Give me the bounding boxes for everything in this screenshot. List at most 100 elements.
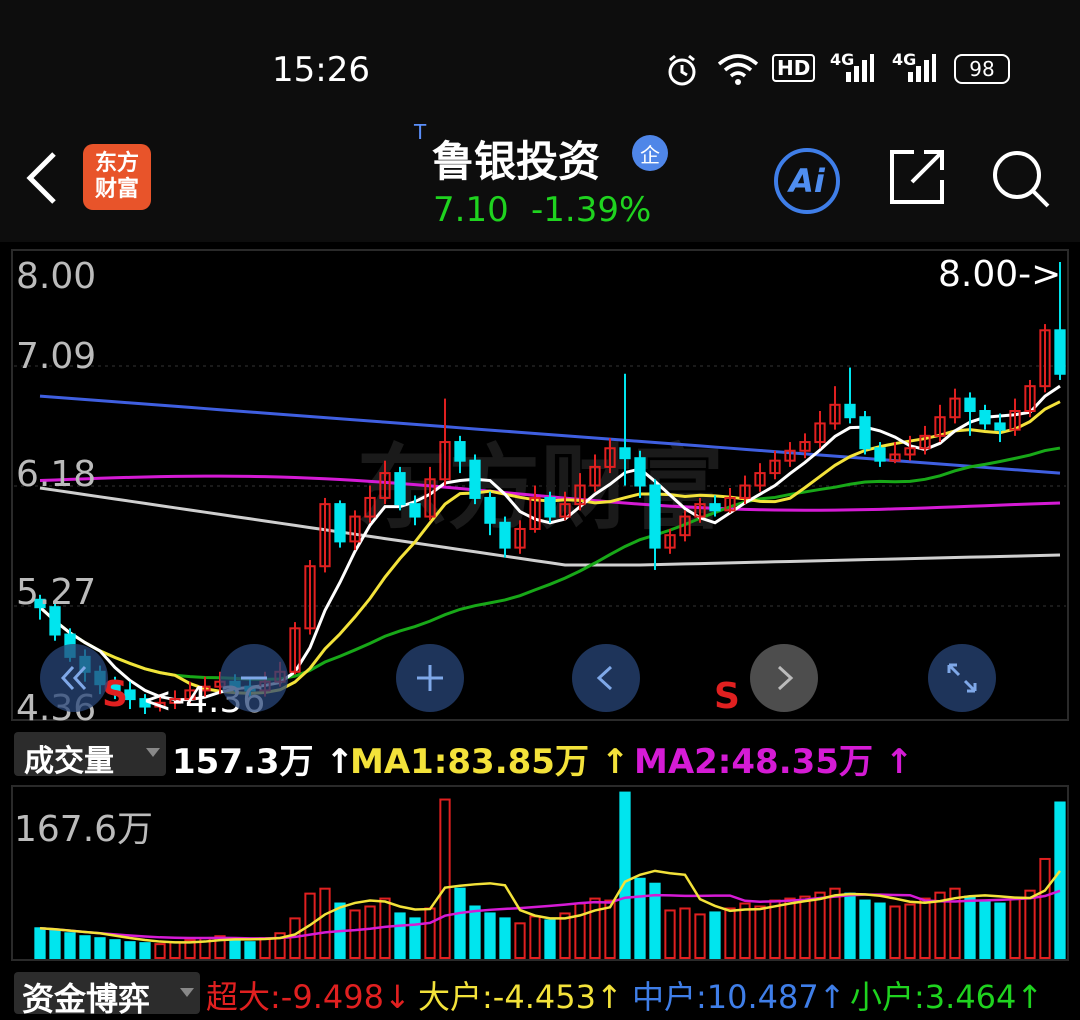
candle-body <box>394 472 406 506</box>
ai-label: Ai <box>789 162 825 200</box>
zoom-out-button[interactable] <box>220 644 288 712</box>
volume-scale-label: 167.6万 <box>14 809 154 850</box>
fund-medium: 中户:10.487↑ <box>632 972 846 1018</box>
stock-name: 鲁银投资 <box>432 137 601 186</box>
double-chevron-left-icon <box>60 665 87 691</box>
volume-bar <box>484 912 496 959</box>
fullscreen-button[interactable] <box>928 644 996 712</box>
volume-bar <box>1054 801 1066 959</box>
candle-body <box>1054 329 1066 375</box>
volume-bar <box>859 899 871 960</box>
scroll-left-fast-button[interactable] <box>40 644 108 712</box>
volume-bar <box>829 887 841 960</box>
status-time: 15:26 <box>272 50 370 90</box>
logo-line2: 财富 <box>94 177 139 202</box>
fund-large: 大户:-4.453↑ <box>418 972 623 1018</box>
volume-bar <box>889 905 901 959</box>
fund-medium-arrow: ↑ <box>818 978 846 1016</box>
enterprise-badge: 企 <box>632 135 668 171</box>
candle-body <box>979 410 991 425</box>
sell-mark-2: S <box>714 676 740 717</box>
ma2-arrow: ↑ <box>884 742 914 782</box>
volume-selector-label: 成交量 <box>24 744 114 779</box>
expand-icon <box>947 663 977 693</box>
fund-small-text: 小户:3.464 <box>850 978 1017 1016</box>
logo-line1: 东方 <box>94 151 139 176</box>
chevron-left-icon <box>596 665 613 691</box>
volume-bar <box>49 929 61 959</box>
volume-bar <box>64 932 76 959</box>
volume-bar <box>514 922 526 959</box>
indicator-selector-fund[interactable]: 资金博弈 <box>14 972 200 1018</box>
volume-bar <box>364 905 376 959</box>
status-bar: 15:26 HD 4G 4G 98 <box>0 0 1080 130</box>
candle-body <box>334 503 346 543</box>
ma1-arrow: ↑ <box>600 742 630 782</box>
volume-bar <box>34 927 46 959</box>
wifi-icon <box>717 54 759 85</box>
candle-body <box>484 496 496 524</box>
volume-bar <box>634 877 646 960</box>
volume-ma2: MA2:48.35万 ↑ <box>634 734 913 783</box>
back-icon[interactable] <box>22 148 62 208</box>
signal-icon-2 <box>908 54 936 82</box>
volume-bar <box>259 937 271 959</box>
volume-bar <box>694 913 706 959</box>
volume-bar <box>439 798 451 960</box>
candle-body <box>994 422 1006 431</box>
ma1-text: MA1:83.85万 <box>350 742 589 782</box>
volume-bar <box>424 907 436 960</box>
y-label-3: 6.18 <box>16 454 97 495</box>
battery-icon: 98 <box>954 54 1010 84</box>
volume-bar <box>244 941 256 960</box>
fund-super: 超大:-9.498↓ <box>206 972 411 1018</box>
plus-icon <box>417 665 443 691</box>
candle-body <box>649 484 661 549</box>
candle-body <box>544 496 556 518</box>
volume-bar <box>469 905 481 959</box>
fund-small: 小户:3.464↑ <box>850 972 1043 1018</box>
fund-medium-text: 中户:10.487 <box>632 978 819 1016</box>
fund-small-arrow: ↑ <box>1016 978 1044 1016</box>
volume-bar <box>1009 897 1021 960</box>
volume-bar <box>919 897 931 960</box>
candle-body <box>499 521 511 549</box>
volume-bar <box>169 941 181 960</box>
volume-bar <box>154 943 166 960</box>
scroll-left-button[interactable] <box>572 644 640 712</box>
y-label-4: 5.27 <box>16 572 97 613</box>
volume-bar <box>109 939 121 959</box>
volume-value: 157.3万 ↑ <box>172 734 354 783</box>
volume-bar <box>1024 889 1036 960</box>
volume-bar <box>589 897 601 960</box>
volume-bar <box>94 937 106 959</box>
volume-bar <box>709 911 721 960</box>
search-icon[interactable] <box>990 148 1052 210</box>
volume-bar <box>874 902 886 960</box>
volume-bar <box>529 915 541 959</box>
app-logo[interactable]: 东方 财富 <box>83 144 151 210</box>
kline-chart[interactable]: 东方财富 <box>0 242 1080 1014</box>
fund-large-arrow: ↑ <box>595 978 623 1016</box>
share-icon[interactable] <box>888 148 946 206</box>
stock-price: 7.10 <box>433 190 509 230</box>
volume-value-text: 157.3万 <box>172 742 314 782</box>
scroll-right-button[interactable] <box>750 644 818 712</box>
fund-super-text: 超大:-9.498 <box>206 978 384 1016</box>
y-label-max: 8.00 <box>16 256 97 297</box>
volume-bar <box>964 895 976 959</box>
candle-body <box>409 503 421 518</box>
zoom-in-button[interactable] <box>396 644 464 712</box>
ma2-text: MA2:48.35万 <box>634 742 873 782</box>
candle-body <box>634 457 646 487</box>
alarm-icon <box>668 54 696 86</box>
volume-bar <box>769 899 781 960</box>
volume-bar <box>79 935 91 959</box>
volume-bar <box>394 912 406 959</box>
volume-bar <box>229 939 241 959</box>
indicator-selector-volume[interactable]: 成交量 <box>14 732 166 779</box>
volume-bar <box>979 899 991 960</box>
ai-button[interactable]: Ai <box>774 148 840 214</box>
candle-body <box>469 459 481 499</box>
volume-bar <box>544 919 556 960</box>
